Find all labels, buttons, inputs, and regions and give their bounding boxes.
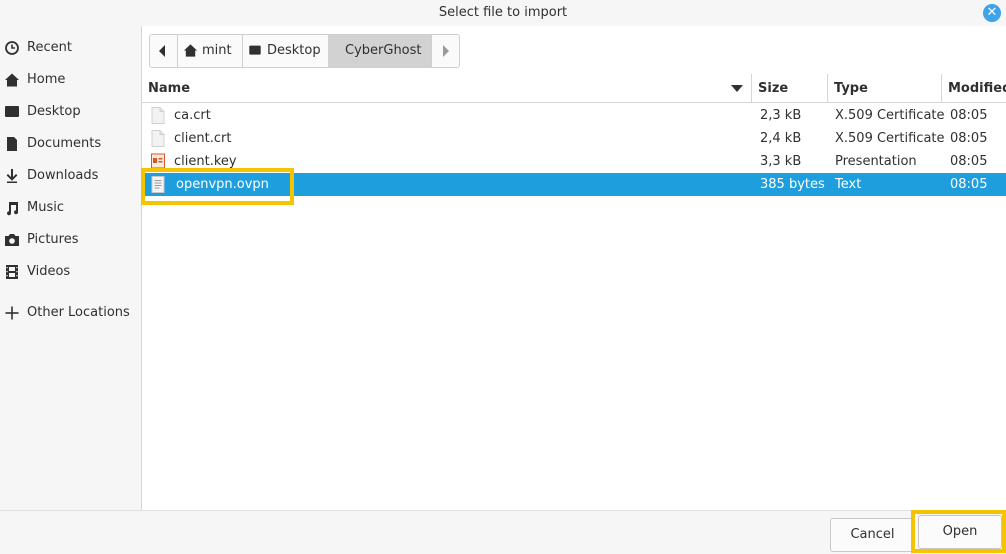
close-icon: ✕ bbox=[986, 5, 998, 20]
path-back-button[interactable] bbox=[150, 35, 178, 67]
file-type: Text bbox=[835, 177, 862, 192]
file-size: 385 bytes bbox=[760, 177, 825, 192]
sidebar-item-other-locations[interactable]: Other Locations bbox=[0, 299, 141, 327]
sidebar-item-label: Videos bbox=[27, 264, 71, 279]
file-row[interactable]: client.crt 2,4 kB X.509 Certificate 08:0… bbox=[142, 127, 1006, 150]
column-header-label: Modified bbox=[948, 81, 1006, 96]
file-modified: 08:05 bbox=[950, 108, 988, 123]
plus-icon bbox=[5, 306, 19, 320]
selected-file-highlight bbox=[141, 168, 294, 205]
dialog-footer: Cancel Open bbox=[0, 510, 1006, 554]
column-header-modified[interactable]: Modified bbox=[942, 74, 1006, 102]
column-header-name[interactable]: Name bbox=[142, 74, 752, 102]
download-icon bbox=[6, 169, 18, 183]
file-row[interactable]: ca.crt 2,3 kB X.509 Certificate 08:05 bbox=[142, 104, 1006, 127]
file-modified: 08:05 bbox=[950, 154, 988, 169]
file-name: ca.crt bbox=[174, 108, 211, 123]
sidebar-item-home[interactable]: Home bbox=[0, 66, 141, 94]
places-sidebar: Recent Home Desktop Documents Downloads … bbox=[0, 26, 142, 510]
path-segment-mint[interactable]: mint bbox=[177, 35, 243, 67]
sidebar-item-label: Pictures bbox=[27, 232, 79, 247]
file-type: X.509 Certificate bbox=[835, 108, 945, 123]
music-icon bbox=[7, 202, 19, 216]
sidebar-item-label: Home bbox=[27, 72, 66, 87]
path-segment-desktop[interactable]: Desktop bbox=[242, 35, 329, 67]
camera-icon bbox=[5, 234, 19, 246]
path-segment-label: Desktop bbox=[267, 43, 321, 58]
close-button[interactable]: ✕ bbox=[983, 4, 1001, 22]
cancel-button[interactable]: Cancel bbox=[830, 518, 915, 552]
column-header-label: Size bbox=[758, 81, 789, 96]
file-modified: 08:05 bbox=[950, 177, 988, 192]
sidebar-item-videos[interactable]: Videos bbox=[0, 258, 141, 286]
sidebar-item-music[interactable]: Music bbox=[0, 194, 141, 222]
file-list-header: Name Size Type Modified bbox=[142, 74, 1006, 103]
path-bar: mint Desktop CyberGhost bbox=[149, 34, 460, 68]
document-icon bbox=[7, 137, 17, 151]
file-size: 3,3 kB bbox=[760, 154, 802, 169]
title-bar: Select file to import ✕ bbox=[0, 0, 1006, 26]
home-icon bbox=[5, 73, 19, 87]
file-modified: 08:05 bbox=[950, 131, 988, 146]
sidebar-item-desktop[interactable]: Desktop bbox=[0, 98, 141, 126]
dialog-title: Select file to import bbox=[438, 5, 568, 20]
path-forward-button[interactable] bbox=[431, 35, 458, 67]
file-type: X.509 Certificate bbox=[835, 131, 945, 146]
path-segment-label: CyberGhost bbox=[345, 43, 422, 58]
chevron-right-icon bbox=[443, 45, 449, 57]
file-name: client.crt bbox=[174, 131, 232, 146]
file-size: 2,3 kB bbox=[760, 108, 802, 123]
desktop-icon bbox=[5, 106, 19, 117]
file-list: Name Size Type Modified ca.crt 2,3 kB X.… bbox=[142, 74, 1006, 510]
open-button-highlight bbox=[911, 510, 1006, 553]
column-header-type[interactable]: Type bbox=[828, 74, 942, 102]
sidebar-item-pictures[interactable]: Pictures bbox=[0, 226, 141, 254]
path-segment-cyberghost[interactable]: CyberGhost bbox=[328, 35, 432, 67]
sidebar-item-recent[interactable]: Recent bbox=[0, 34, 141, 62]
sort-down-icon bbox=[731, 85, 743, 92]
path-segment-label: mint bbox=[202, 43, 232, 58]
home-icon bbox=[183, 44, 198, 57]
column-header-label: Type bbox=[834, 81, 868, 96]
file-type: Presentation bbox=[835, 154, 917, 169]
sidebar-item-label: Downloads bbox=[27, 168, 99, 183]
clock-icon bbox=[5, 41, 19, 55]
file-size: 2,4 kB bbox=[760, 131, 802, 146]
column-header-size[interactable]: Size bbox=[752, 74, 828, 102]
file-icon bbox=[151, 107, 165, 124]
sidebar-item-label: Documents bbox=[27, 136, 102, 151]
sidebar-item-label: Desktop bbox=[27, 104, 81, 119]
column-header-label: Name bbox=[148, 81, 191, 96]
file-name: client.key bbox=[174, 154, 237, 169]
sidebar-item-downloads[interactable]: Downloads bbox=[0, 162, 141, 190]
sidebar-item-label: Recent bbox=[27, 40, 72, 55]
desktop-icon bbox=[249, 45, 261, 55]
sidebar-item-label: Other Locations bbox=[27, 305, 130, 320]
sidebar-item-label: Music bbox=[27, 200, 64, 215]
sidebar-item-documents[interactable]: Documents bbox=[0, 130, 141, 158]
film-icon bbox=[6, 265, 18, 279]
file-icon bbox=[151, 130, 165, 147]
chevron-left-icon bbox=[159, 45, 165, 57]
